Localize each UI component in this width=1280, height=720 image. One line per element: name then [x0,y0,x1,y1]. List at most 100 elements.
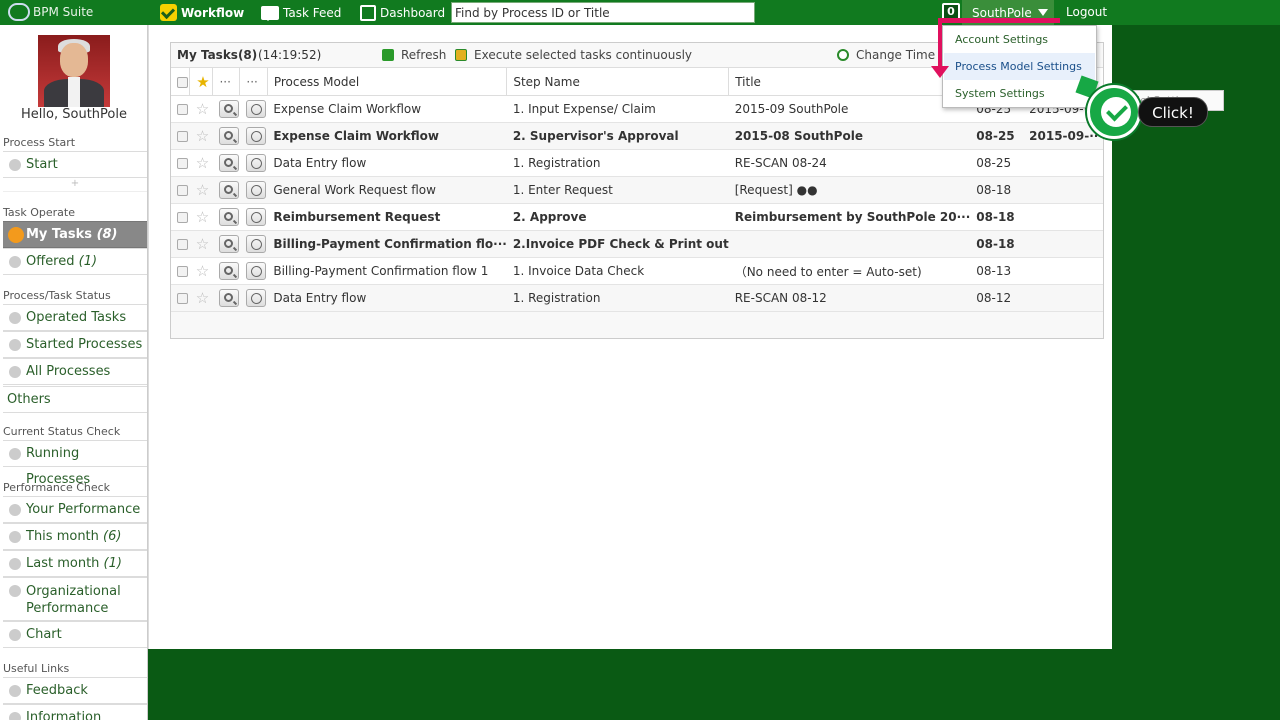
cell-process-model[interactable]: Expense Claim Workflow [267,95,507,123]
cell-process-model[interactable]: Data Entry flow [267,284,507,312]
table-row[interactable]: ☆ Billing-Payment Confirmation flow 1 1. I… [171,257,1103,285]
star-outline-icon[interactable]: ☆ [196,154,209,172]
row-star-cell[interactable]: ☆ [189,149,213,177]
row-view-cell[interactable] [212,149,240,177]
magnifier-icon[interactable] [218,235,239,253]
magnifier-icon[interactable] [218,100,239,118]
logout-link[interactable]: Logout [1066,0,1107,25]
sidebar-item-started-processes[interactable]: Started Processes [3,331,147,358]
process-detail-icon[interactable] [245,208,266,226]
menu-item-system-settings[interactable]: System Settings [944,80,1095,107]
row-detail-cell[interactable] [239,176,268,204]
row-view-cell[interactable] [212,95,240,123]
sidebar-item-your-performance[interactable]: Your Performance [3,496,147,523]
table-row[interactable]: ☆ General Work Request flow 1. Enter Reque… [171,176,1103,204]
cell-title[interactable]: 2015-09 SouthPole [728,95,971,123]
menu-item-account-settings[interactable]: Account Settings [944,26,1095,53]
star-outline-icon[interactable]: ☆ [196,235,209,253]
row-checkbox[interactable] [177,293,188,304]
cell-title[interactable]: （No need to enter = Auto-set) [728,257,971,285]
row-detail-cell[interactable] [239,122,268,150]
cell-step-name[interactable]: 1. Registration [506,149,729,177]
app-logo[interactable]: BPM Suite [8,3,93,21]
magnifier-icon[interactable] [218,154,239,172]
process-detail-icon[interactable] [245,235,266,253]
row-detail-cell[interactable] [239,257,268,285]
process-detail-icon[interactable] [245,154,266,172]
row-star-cell[interactable]: ☆ [189,230,213,258]
process-detail-icon[interactable] [245,100,266,118]
sidebar-item-feedback[interactable]: Feedback [3,677,147,704]
row-star-cell[interactable]: ☆ [189,122,213,150]
star-outline-icon[interactable]: ☆ [196,208,209,226]
sidebar-item-running-processes[interactable]: Running Processes [3,440,147,487]
sidebar-item-others[interactable]: Others [3,386,147,413]
row-star-cell[interactable]: ☆ [189,284,213,312]
table-row[interactable]: ☆ Data Entry flow 1. Registration RE-SCAN 0… [171,284,1103,312]
sidebar-item-start[interactable]: Start [3,151,147,178]
cell-title[interactable]: [Request] ●● [728,176,971,204]
row-checkbox[interactable] [177,131,188,142]
cell-title[interactable]: RE-SCAN 08-12 [728,284,971,312]
row-detail-cell[interactable] [239,284,268,312]
select-all-checkbox[interactable] [177,76,188,88]
row-view-cell[interactable] [212,176,240,204]
sidebar-item-offered[interactable]: Offered (1) [3,248,147,275]
star-outline-icon[interactable]: ☆ [196,262,209,280]
cell-title[interactable] [728,230,971,258]
expand-plus-icon[interactable]: + [3,178,147,192]
menu-item-process-model-settings[interactable]: Process Model Settings [944,53,1095,80]
row-select-cell[interactable] [171,284,190,312]
process-detail-icon[interactable] [245,262,266,280]
magnifier-icon[interactable] [218,181,239,199]
cell-step-name[interactable]: 1. Invoice Data Check [506,257,729,285]
cell-process-model[interactable]: Data Entry flow [267,149,507,177]
cell-step-name[interactable]: 1. Registration [506,284,729,312]
cell-process-model[interactable]: Billing-Payment Confirmation flow 1 [267,257,507,285]
row-view-cell[interactable] [212,257,240,285]
sidebar-item-my-tasks[interactable]: My Tasks (8) [3,221,147,248]
row-checkbox[interactable] [177,185,188,196]
row-select-cell[interactable] [171,257,190,285]
row-detail-cell[interactable] [239,230,268,258]
row-detail-cell[interactable] [239,203,268,231]
process-detail-icon[interactable] [245,289,266,307]
magnifier-icon[interactable] [218,208,239,226]
row-detail-cell[interactable] [239,149,268,177]
cell-step-name[interactable]: 1. Enter Request [506,176,729,204]
row-select-cell[interactable] [171,176,190,204]
cell-title[interactable]: 2015-08 SouthPole [728,122,971,150]
column-process-model[interactable]: Process Model [267,67,508,96]
row-star-cell[interactable]: ☆ [189,176,213,204]
row-select-cell[interactable] [171,95,190,123]
row-select-cell[interactable] [171,122,190,150]
process-detail-icon[interactable] [245,127,266,145]
sidebar-item-all-processes[interactable]: All Processes [3,358,147,385]
search-input[interactable] [451,2,755,23]
sidebar-item-org-performance[interactable]: Organizational Performance [3,577,147,621]
star-header[interactable]: ★ [189,67,214,96]
cell-step-name[interactable]: 2. Supervisor's Approval [506,122,729,150]
row-checkbox[interactable] [177,239,188,250]
column-step-name[interactable]: Step Name [506,67,730,96]
row-view-cell[interactable] [212,203,240,231]
sidebar-item-operated-tasks[interactable]: Operated Tasks [3,304,147,331]
cell-title[interactable]: Reimbursement by SouthPole 20··· [728,203,971,231]
row-select-cell[interactable] [171,203,190,231]
process-detail-icon[interactable] [245,181,266,199]
cell-step-name[interactable]: 2.Invoice PDF Check & Print out [506,230,729,258]
execute-continuous-button[interactable]: Execute selected tasks continuously [455,48,692,62]
star-outline-icon[interactable]: ☆ [196,181,209,199]
row-view-cell[interactable] [212,230,240,258]
row-checkbox[interactable] [177,266,188,277]
cell-process-model[interactable]: Reimbursement Request [267,203,507,231]
nav-dashboard[interactable]: Dashboard [360,0,445,25]
nav-workflow[interactable]: Workflow [160,0,244,25]
sidebar-item-this-month[interactable]: This month (6) [3,523,147,550]
row-select-cell[interactable] [171,149,190,177]
table-row[interactable]: ☆ Billing-Payment Confirmation flo··· 2.In… [171,230,1103,258]
magnifier-icon[interactable] [218,289,239,307]
row-view-cell[interactable] [212,284,240,312]
cell-step-name[interactable]: 1. Input Expense/ Claim [506,95,729,123]
row-checkbox[interactable] [177,158,188,169]
